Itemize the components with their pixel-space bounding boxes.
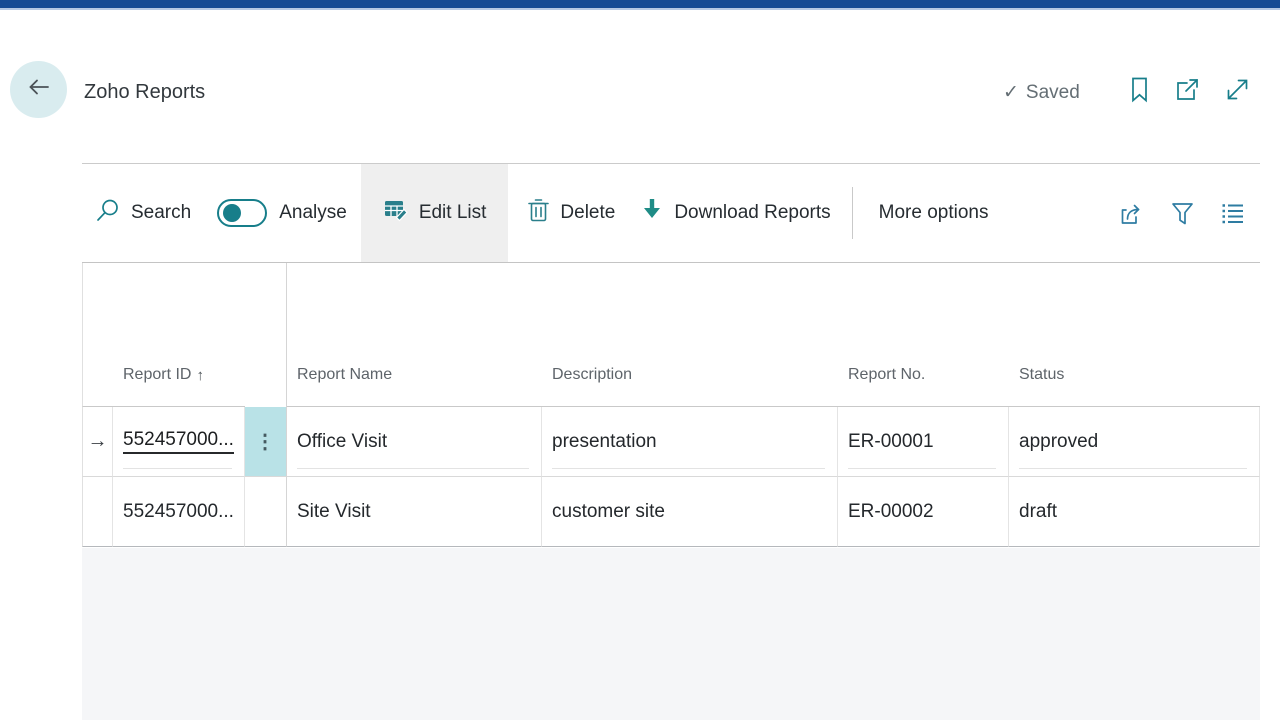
edit-list-label: Edit List	[418, 202, 487, 223]
cell-report-id[interactable]: 552457000...	[113, 477, 245, 547]
popout-icon[interactable]	[1174, 76, 1201, 103]
analyse-toggle[interactable]	[217, 199, 268, 227]
delete-icon	[527, 197, 550, 229]
report-id-header-label: Report ID	[123, 366, 192, 383]
page-title: Zoho Reports	[84, 81, 206, 103]
search-button[interactable]: Search	[94, 197, 191, 230]
bookmark-icon[interactable]	[1128, 76, 1151, 103]
row-menu-button[interactable]: ⋮	[245, 407, 287, 477]
search-icon	[94, 197, 121, 230]
more-options-label: More options	[878, 202, 989, 223]
search-label: Search	[131, 202, 192, 223]
list-empty-area	[82, 548, 1260, 720]
column-header-status[interactable]: Status	[1009, 263, 1260, 407]
download-icon	[640, 197, 664, 229]
cell-status[interactable]: approved	[1009, 407, 1260, 477]
delete-label: Delete	[560, 202, 616, 223]
column-header-report-name[interactable]: Report Name	[287, 263, 542, 407]
action-toolbar: Search Analyse Edit List Delete Download…	[82, 163, 1260, 263]
top-accent-bar	[0, 0, 1280, 10]
row-menu-icon: ⋮	[255, 431, 276, 453]
expand-icon[interactable]	[1224, 76, 1251, 103]
table-row: 552457000... Site Visit customer site ER…	[82, 477, 1260, 547]
sort-up-icon: ↑	[196, 367, 204, 384]
delete-button[interactable]: Delete	[527, 197, 615, 229]
cell-description[interactable]: presentation	[542, 407, 838, 477]
column-header-report-id[interactable]: Report ID ↑	[113, 263, 245, 407]
analyse-toggle-group: Analyse	[217, 199, 347, 227]
cell-report-no[interactable]: ER-00001	[838, 407, 1009, 477]
more-options-button[interactable]: More options	[879, 202, 989, 224]
column-list-icon[interactable]	[1220, 201, 1245, 226]
share-icon[interactable]	[1118, 200, 1145, 227]
table-header-row: Report ID ↑ Report Name Description Repo…	[82, 263, 1260, 407]
analyse-label: Analyse	[279, 202, 347, 223]
download-reports-button[interactable]: Download Reports	[640, 197, 831, 229]
back-arrow-icon	[24, 74, 54, 105]
header-marker-column	[82, 263, 113, 407]
edit-list-icon	[383, 197, 409, 229]
table-row: → 552457000... ⋮ Office Visit presentati…	[82, 407, 1260, 477]
cell-report-name[interactable]: Office Visit	[287, 407, 542, 477]
toolbar-right-icons	[1118, 200, 1245, 227]
filter-icon[interactable]	[1170, 200, 1195, 227]
cell-report-id[interactable]: 552457000...	[113, 407, 245, 477]
save-status: ✓ Saved	[1003, 81, 1080, 104]
check-icon: ✓	[1003, 82, 1019, 103]
report-id-link[interactable]: 552457000...	[123, 429, 234, 454]
download-reports-label: Download Reports	[674, 202, 831, 223]
row-menu-cell	[245, 477, 287, 547]
toolbar-divider	[851, 187, 853, 239]
back-button[interactable]	[10, 61, 67, 118]
cell-report-name[interactable]: Site Visit	[287, 477, 542, 547]
column-header-description[interactable]: Description	[542, 263, 838, 407]
edit-list-button[interactable]: Edit List	[360, 164, 509, 262]
reports-table: Report ID ↑ Report Name Description Repo…	[82, 263, 1260, 547]
save-status-label: Saved	[1025, 81, 1080, 103]
row-marker-icon: →	[82, 407, 113, 477]
cell-report-no[interactable]: ER-00002	[838, 477, 1009, 547]
row-marker-cell	[82, 477, 113, 547]
cell-description[interactable]: customer site	[542, 477, 838, 547]
header-options-column	[245, 263, 287, 407]
cell-status[interactable]: draft	[1009, 477, 1260, 547]
column-header-report-no[interactable]: Report No.	[838, 263, 1009, 407]
toggle-knob	[223, 204, 242, 222]
